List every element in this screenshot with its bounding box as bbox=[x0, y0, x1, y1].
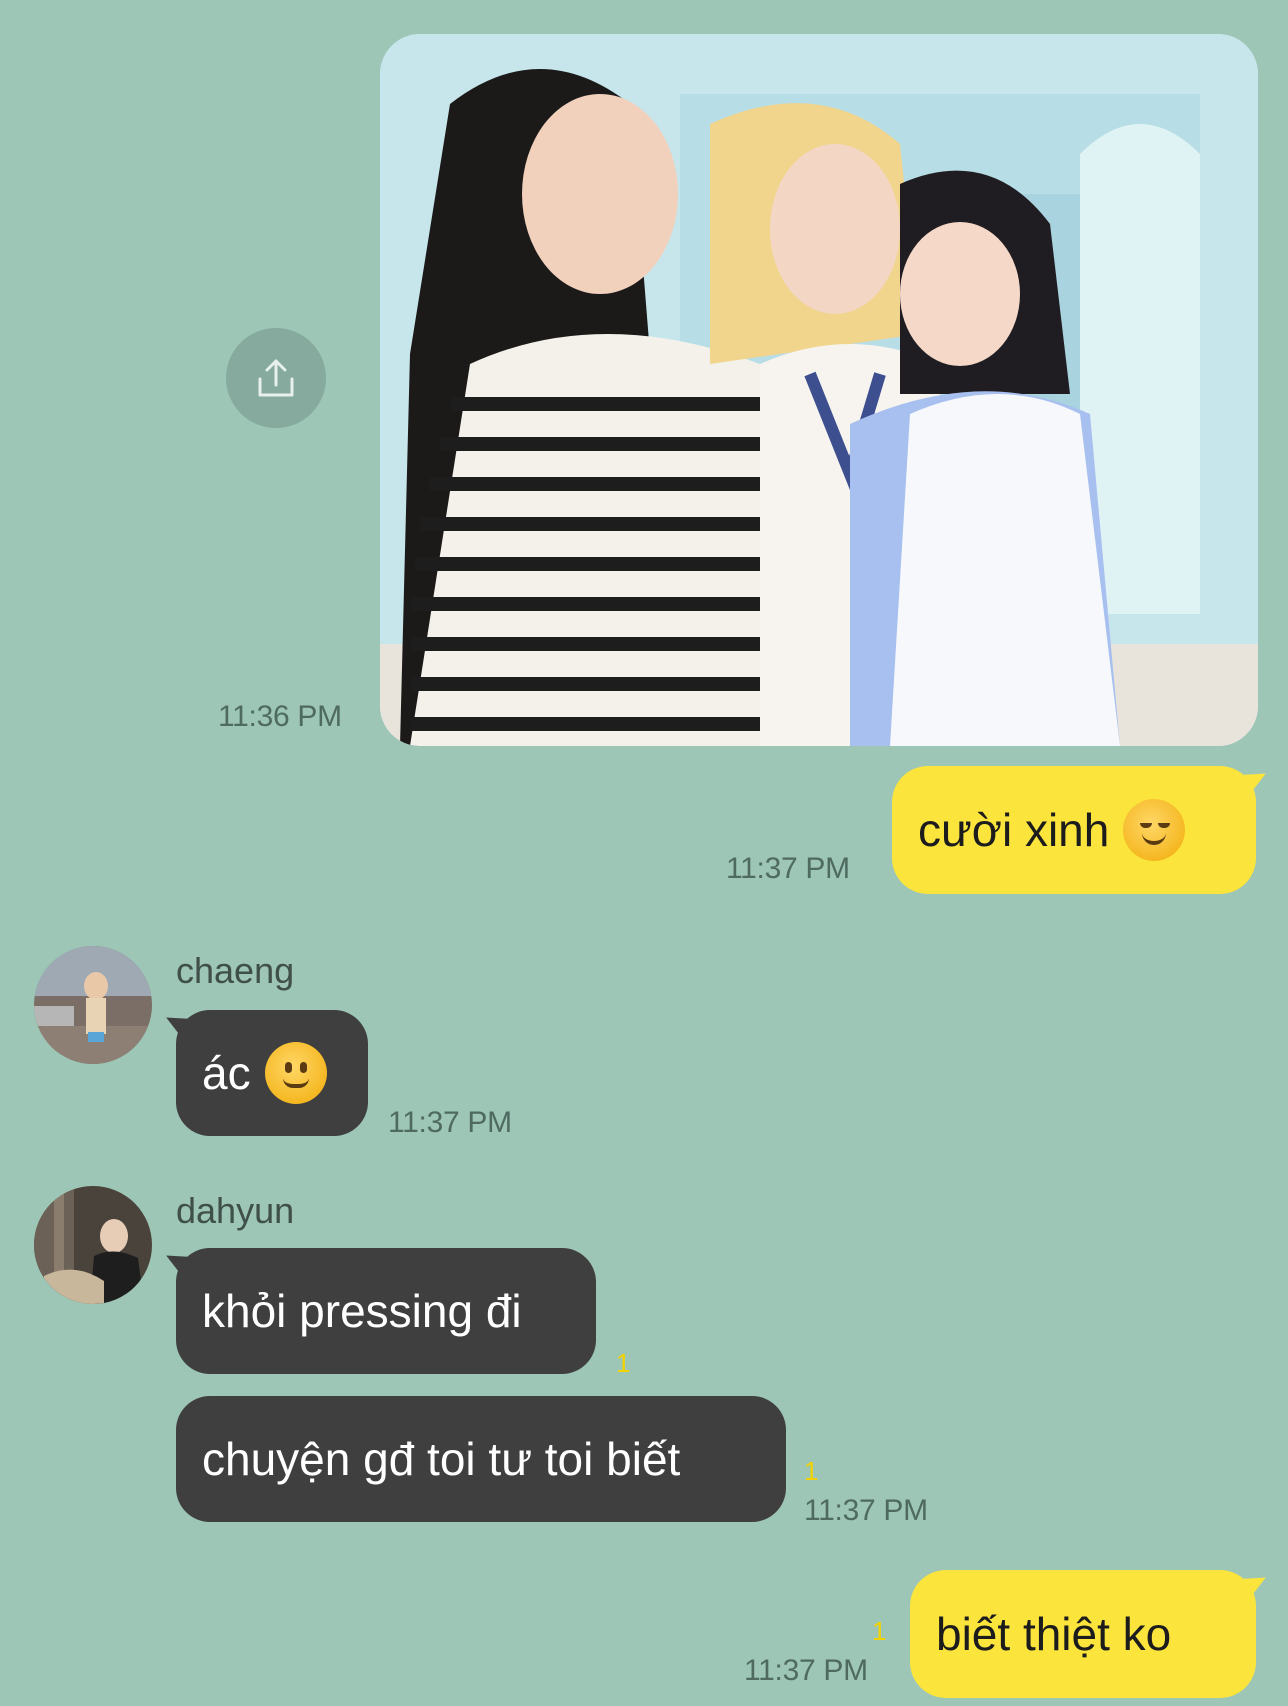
share-icon bbox=[258, 359, 294, 397]
avatar[interactable] bbox=[34, 1186, 152, 1304]
slight-smile-emoji-icon bbox=[264, 1042, 327, 1104]
unread-count: 1 bbox=[872, 1616, 887, 1646]
avatar-chaeng bbox=[34, 946, 152, 1064]
photo-timestamp: 11:36 PM bbox=[218, 700, 342, 733]
message-text: chuyện gđ toi tư toi biết bbox=[202, 1433, 681, 1485]
avatar[interactable] bbox=[34, 946, 152, 1064]
their-message-bubble[interactable]: chuyện gđ toi tư toi biết bbox=[176, 1396, 786, 1522]
my-message-bubble[interactable]: cười xinh bbox=[892, 766, 1271, 894]
my-message-bubble[interactable]: biết thiệt ko bbox=[910, 1570, 1271, 1698]
smiling-blush-emoji-icon bbox=[1123, 799, 1186, 861]
unread-count: 1 bbox=[804, 1456, 819, 1486]
message-timestamp: 11:37 PM bbox=[804, 1494, 928, 1527]
message-text: khỏi pressing đi bbox=[202, 1285, 522, 1337]
sender-name: chaeng bbox=[176, 950, 295, 991]
message-timestamp: 11:37 PM bbox=[726, 852, 850, 885]
share-button[interactable] bbox=[226, 328, 326, 428]
their-message-bubble[interactable]: khỏi pressing đi bbox=[161, 1248, 596, 1374]
photo-image bbox=[380, 34, 1258, 746]
shared-photo[interactable] bbox=[380, 34, 1258, 746]
their-message-bubble[interactable]: ác bbox=[161, 1010, 368, 1136]
message-timestamp: 11:37 PM bbox=[744, 1654, 868, 1687]
sender-name: dahyun bbox=[176, 1190, 295, 1231]
message-text: ác bbox=[202, 1047, 251, 1099]
avatar-dahyun bbox=[34, 1186, 152, 1304]
message-text: biết thiệt ko bbox=[936, 1608, 1172, 1660]
message-timestamp: 11:37 PM bbox=[388, 1106, 512, 1139]
message-text: cười xinh bbox=[918, 804, 1110, 856]
unread-count: 1 bbox=[616, 1348, 631, 1378]
